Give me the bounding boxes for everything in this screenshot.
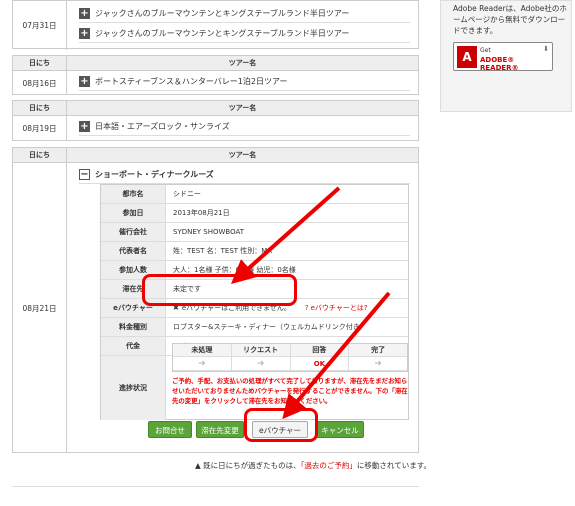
sidebar-adobe: Adobe Readerは、Adobe社のホームページから無料でダウンロードでき… <box>440 0 572 112</box>
table-header: 日にち ツアー名 <box>13 56 418 71</box>
detail-value: 2013年08月21日 <box>173 209 230 217</box>
tour-name[interactable]: ジャックさんのブルーマウンテンとキングステーブルランド半日ツアー <box>95 28 349 39</box>
change-stay-button[interactable]: 滞在先変更 <box>196 421 244 438</box>
status-header-cell: 未処理 <box>173 344 232 356</box>
progress-status-table: 未処理 リクエスト 回答 完了 ➜ ➜ OK ➜ <box>172 343 408 372</box>
tour-item[interactable]: + 日本語・エアーズロック・サンライズ <box>79 118 410 136</box>
download-icon: ⬇ <box>543 45 549 53</box>
past-booking-note: ▲ 既に日にちが過ぎたものは、「過去のご予約」に移動されています。 <box>195 460 431 471</box>
divider <box>12 486 419 487</box>
status-header-cell: リクエスト <box>232 344 291 356</box>
detail-label: 代金 <box>101 337 166 355</box>
detail-label: 催行会社 <box>101 223 166 241</box>
detail-label: 代表者名 <box>101 242 166 260</box>
warning-icon: ▲ <box>195 461 201 470</box>
date-cell: 08月19日 <box>22 124 57 133</box>
adobe-reader-badge[interactable]: A Get ADOBE® READER® ⬇ <box>453 42 553 72</box>
tour-item[interactable]: + ジャックさんのブルーマウンテンとキングステーブルランド半日ツアー <box>79 25 410 43</box>
expand-icon[interactable]: + <box>79 28 90 39</box>
table-header: 日にち ツアー名 <box>13 148 418 163</box>
expand-icon[interactable]: + <box>79 76 90 87</box>
status-header: 未処理 リクエスト 回答 完了 <box>173 344 407 357</box>
evoucher-help-link[interactable]: eバウチャーとは? <box>311 303 368 313</box>
date-cell: 08月21日 <box>22 303 57 313</box>
adobe-info-text: Adobe Readerは、Adobe社のホームページから無料でダウンロードでき… <box>453 4 567 35</box>
expand-icon[interactable]: + <box>79 121 90 132</box>
badge-get: Get <box>480 47 491 54</box>
detail-label: 料金種別 <box>101 318 166 336</box>
detail-row-city: 都市名 シドニー <box>101 185 408 204</box>
reservation-block: 日にち ツアー名 08月16日 + ボートスティーブンス＆ハンターバレー1泊2日… <box>12 55 419 95</box>
help-icon[interactable]: ? <box>305 304 309 312</box>
inquiry-button[interactable]: お問合せ <box>148 421 192 438</box>
detail-value: SYDNEY SHOWBOAT <box>173 228 244 236</box>
detail-row-representative: 代表者名 姓：TEST 名：TEST 性別：MR <box>101 242 408 261</box>
detail-label: 進捗状況 <box>101 356 166 420</box>
reservation-block: 07月31日 + ジャックさんのブルーマウンテンとキングステーブルランド半日ツア… <box>12 0 419 50</box>
detail-value: 姓：TEST 名：TEST 性別：MR <box>173 247 273 255</box>
arrow-right-icon: ➜ <box>232 357 291 370</box>
reservation-block: 日にち ツアー名 08月19日 + 日本語・エアーズロック・サンライズ <box>12 100 419 141</box>
badge-name: ADOBE® READER® <box>480 56 519 72</box>
col-date-header: 日にち <box>29 59 50 67</box>
adobe-logo-icon: A <box>457 46 477 68</box>
detail-row-fare-type: 料金種別 ロブスター&ステーキ・ディナー（ウェルカムドリンク付き） <box>101 318 408 337</box>
detail-row-date: 参加日 2013年08月21日 <box>101 204 408 223</box>
past-bookings-link[interactable]: 「過去のご予約」 <box>301 461 357 470</box>
status-header-cell: 完了 <box>371 346 386 354</box>
tour-name[interactable]: 日本語・エアーズロック・サンライズ <box>95 121 230 132</box>
detail-row-operator: 催行会社 SYDNEY SHOWBOAT <box>101 223 408 242</box>
note-prefix: 既に日にちが過ぎたものは、 <box>203 461 301 470</box>
tour-name[interactable]: ボートスティーブンス＆ハンターバレー1泊2日ツアー <box>95 76 288 87</box>
detail-label: 参加日 <box>101 204 166 222</box>
date-cell: 08月16日 <box>22 78 57 88</box>
tour-name[interactable]: ジャックさんのブルーマウンテンとキングステーブルランド半日ツアー <box>95 8 349 19</box>
note-suffix: に移動されています。 <box>356 461 431 470</box>
col-date-header: 日にち <box>29 104 50 112</box>
stay-warning-text: ご予約、手配、お支払いの処理がすべて完了しておりますが、滞在先をまだお知らせいた… <box>172 377 408 405</box>
detail-value: ロブスター&ステーキ・ディナー（ウェルカムドリンク付き） <box>173 323 367 331</box>
col-date-header: 日にち <box>29 151 50 159</box>
date-cell: 07月31日 <box>22 21 57 30</box>
callout-box <box>142 274 297 306</box>
tour-item[interactable]: + ジャックさんのブルーマウンテンとキングステーブルランド半日ツアー <box>79 5 410 23</box>
col-tour-header: ツアー名 <box>66 56 418 71</box>
tour-item[interactable]: + ボートスティーブンス＆ハンターバレー1泊2日ツアー <box>79 73 410 91</box>
collapse-icon[interactable]: − <box>79 169 90 180</box>
table-header: 日にち ツアー名 <box>13 101 418 116</box>
detail-label: 都市名 <box>101 185 166 203</box>
tour-name[interactable]: ショーボート・ディナークルーズ <box>95 169 214 180</box>
expand-icon[interactable]: + <box>79 8 90 19</box>
detail-value: シドニー <box>173 190 201 198</box>
col-tour-header: ツアー名 <box>66 101 418 116</box>
callout-box <box>244 408 318 442</box>
cancel-button[interactable]: キャンセル <box>316 421 364 438</box>
arrow-right-icon: ➜ <box>374 359 382 369</box>
status-header-cell: 回答 <box>291 344 350 356</box>
status-ok: OK <box>291 357 350 370</box>
tour-item-expanded[interactable]: − ショーボート・ディナークルーズ <box>79 166 410 184</box>
status-row: ➜ ➜ OK ➜ <box>173 357 407 371</box>
col-tour-header: ツアー名 <box>66 148 418 163</box>
arrow-right-icon: ➜ <box>173 357 232 370</box>
